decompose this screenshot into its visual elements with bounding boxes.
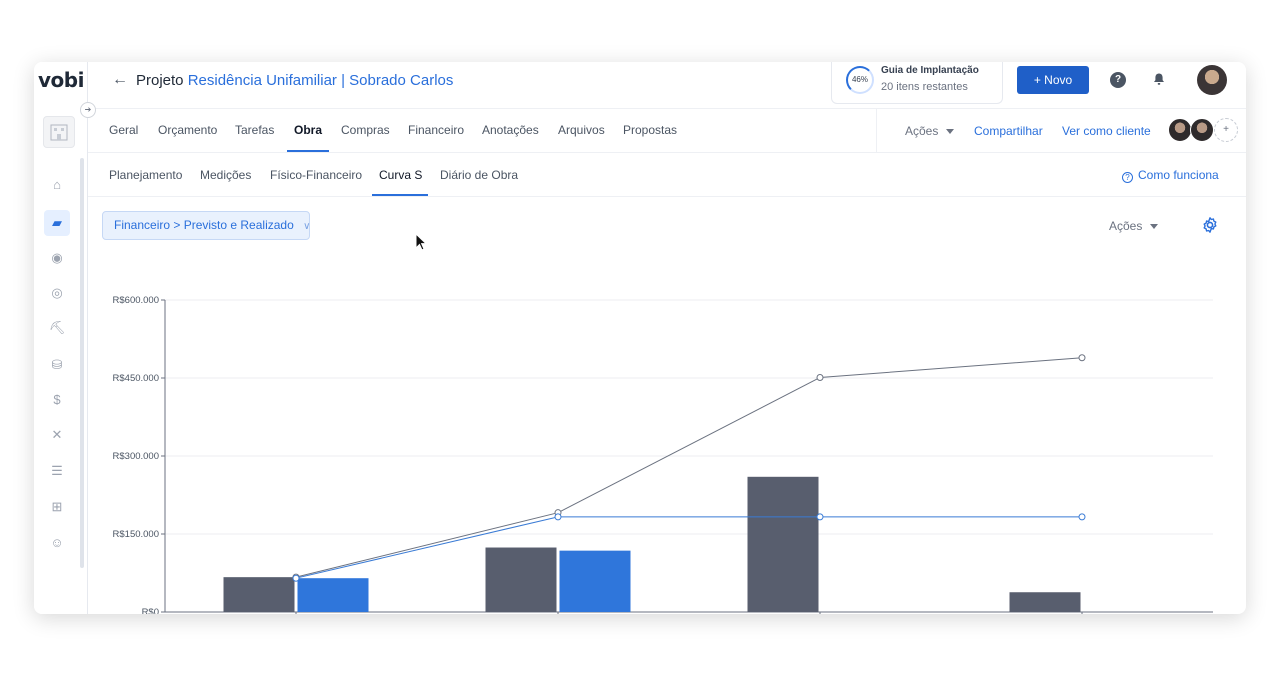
y-tick-label: R$600.000 xyxy=(113,295,159,306)
grid-add-icon[interactable]: ⊞ xyxy=(44,494,70,520)
active-tab-indicator xyxy=(287,150,329,152)
member-avatar[interactable] xyxy=(1168,118,1192,142)
app-logo[interactable]: vobi xyxy=(38,68,84,92)
add-member-button[interactable]: + xyxy=(1214,118,1238,142)
planned-bar xyxy=(223,577,295,612)
sidebar-scrollbar[interactable] xyxy=(80,158,84,568)
project-thumbnail[interactable] xyxy=(43,116,75,148)
user-avatar[interactable] xyxy=(1197,65,1227,95)
question-circle-icon: ? xyxy=(1122,172,1133,183)
subtab-f-sico-financeiro[interactable]: Físico-Financeiro xyxy=(270,168,362,182)
view-as-client-link[interactable]: Ver como cliente xyxy=(1062,124,1151,138)
gear-icon[interactable] xyxy=(1201,216,1219,239)
how-it-works-label: Como funciona xyxy=(1138,168,1219,182)
y-tick-label: R$450.000 xyxy=(113,373,159,384)
chevron-down-icon: ∨ xyxy=(303,221,311,232)
tab-geral[interactable]: Geral xyxy=(109,123,138,137)
tab-orçamento[interactable]: Orçamento xyxy=(158,123,217,137)
tab-compras[interactable]: Compras xyxy=(341,123,390,137)
report-filter-select[interactable]: Financeiro > Previsto e Realizado ∨ xyxy=(102,211,310,240)
tab-financeiro[interactable]: Financeiro xyxy=(408,123,464,137)
y-tick-label: R$300.000 xyxy=(113,451,159,462)
project-name-link[interactable]: Residência Unifamiliar | Sobrado Carlos xyxy=(188,72,454,89)
y-tick-label: R$150.000 xyxy=(113,529,159,540)
realized-bar xyxy=(297,578,369,612)
y-tick-label: R$0 xyxy=(142,607,159,614)
active-subtab-indicator xyxy=(372,194,428,196)
help-icon[interactable]: ? xyxy=(1110,72,1126,88)
sidebar: vobi ⌂ ▰ ◉ ◎ ⛏ ⛁ $ ✕ ☰ ⊞ ☺ xyxy=(34,62,88,614)
new-button[interactable]: + Novo xyxy=(1017,66,1089,94)
handshake-icon[interactable]: ◉ xyxy=(44,245,70,271)
mouse-cursor-icon xyxy=(415,233,428,251)
realized-cumulative-line-point xyxy=(1078,513,1086,521)
tools-icon[interactable]: ✕ xyxy=(44,422,70,448)
coins-icon[interactable]: ⛁ xyxy=(44,352,70,378)
page-title: Projeto Residência Unifamiliar | Sobrado… xyxy=(136,72,453,89)
header: ← Projeto Residência Unifamiliar | Sobra… xyxy=(88,62,1246,109)
planned-cumulative-line-point xyxy=(816,373,824,381)
chevron-down-icon xyxy=(946,129,955,134)
primary-tabs: Geral Orçamento Tarefas Obra Compras Financei… xyxy=(88,109,1246,153)
guide-progress-ring: 46% xyxy=(846,66,874,94)
planned-bar xyxy=(1009,592,1081,612)
report-filter-label: Financeiro > Previsto e Realizado xyxy=(114,218,294,232)
subtab-planejamento[interactable]: Planejamento xyxy=(109,168,182,182)
s-curve-chart: R$0 R$150.000 R$300.000 R$450.000 R$600.000 xyxy=(113,295,1213,614)
guide-subtitle: 20 itens restantes xyxy=(881,81,968,93)
realized-cumulative-line-point xyxy=(554,513,562,521)
chart-actions-dropdown[interactable]: Ações xyxy=(1109,219,1159,233)
subtab-medi-es[interactable]: Medições xyxy=(200,168,251,182)
dollar-icon[interactable]: $ xyxy=(44,387,70,413)
home-icon[interactable]: ⌂ xyxy=(44,172,70,198)
implementation-guide[interactable]: 46% Guia de Implantação 20 itens restant… xyxy=(831,62,1003,104)
tab-obra[interactable]: Obra xyxy=(294,123,322,137)
tab-propostas[interactable]: Propostas xyxy=(623,123,677,137)
project-actions-dropdown[interactable]: Ações xyxy=(905,124,955,138)
tab-arquivos[interactable]: Arquivos xyxy=(558,123,605,137)
planned-cumulative-line xyxy=(295,357,1083,578)
how-it-works-link[interactable]: ? Como funciona xyxy=(1122,168,1219,183)
worker-icon[interactable]: ⛏ xyxy=(44,315,70,341)
title-prefix: Projeto xyxy=(136,72,184,89)
subtab-curva-s[interactable]: Curva S xyxy=(379,168,422,182)
back-arrow-icon[interactable]: ← xyxy=(112,71,128,89)
app-window: vobi ⌂ ▰ ◉ ◎ ⛏ ⛁ $ ✕ ☰ ⊞ ☺ ➔ ← Projeto Residência … xyxy=(34,62,1246,614)
tab-tarefas[interactable]: Tarefas xyxy=(235,123,274,137)
chart-actions-label: Ações xyxy=(1109,219,1143,233)
planned-bar xyxy=(747,476,819,612)
compass-icon[interactable]: ◎ xyxy=(44,280,70,306)
team-icon[interactable]: ☺ xyxy=(44,530,70,556)
secondary-tabs: Planejamento Medições Físico-Financeiro Cur… xyxy=(88,153,1246,197)
planned-cumulative-line-point xyxy=(1078,354,1086,362)
building-icon xyxy=(50,124,68,141)
planned-bar xyxy=(485,547,557,612)
realized-cumulative-line-point xyxy=(292,574,300,582)
realized-cumulative-line-point xyxy=(816,513,824,521)
guide-title: Guia de Implantação xyxy=(881,65,979,76)
share-link[interactable]: Compartilhar xyxy=(974,124,1043,138)
bell-icon[interactable] xyxy=(1151,72,1167,88)
subtab-di-rio-de-obra[interactable]: Diário de Obra xyxy=(440,168,518,182)
tabs-divider xyxy=(876,109,877,153)
member-avatar[interactable] xyxy=(1190,118,1214,142)
realized-cumulative-line xyxy=(295,516,1082,579)
chevron-down-icon xyxy=(1150,224,1159,229)
sidebar-collapse-button[interactable]: ➔ xyxy=(80,102,96,118)
project-actions-label: Ações xyxy=(905,124,939,138)
folder-icon[interactable]: ▰ xyxy=(44,210,70,236)
list-icon[interactable]: ☰ xyxy=(44,458,70,484)
realized-bar xyxy=(559,550,631,612)
tab-anotações[interactable]: Anotações xyxy=(482,123,539,137)
